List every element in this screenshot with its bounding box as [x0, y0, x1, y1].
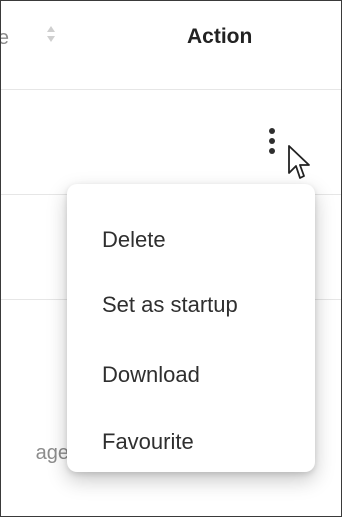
menu-item-set-as-startup[interactable]: Set as startup: [67, 279, 315, 331]
menu-item-download[interactable]: Download: [67, 349, 315, 401]
table-panel: e Action age Delete Set as startup Downl…: [0, 0, 342, 517]
mouse-pointer-icon: [288, 145, 310, 179]
table-header: e Action: [1, 1, 341, 90]
action-column-header: Action: [187, 25, 253, 48]
row-actions-menu: Delete Set as startup Download Favourite: [67, 184, 315, 472]
menu-item-label: Download: [102, 362, 200, 387]
menu-item-favourite[interactable]: Favourite: [67, 416, 315, 468]
kebab-vertical-icon[interactable]: [263, 125, 281, 159]
menu-item-delete[interactable]: Delete: [67, 214, 315, 266]
menu-item-label: Delete: [102, 227, 166, 252]
header-partial-label: e: [1, 27, 9, 50]
sort-icon[interactable]: [46, 24, 56, 44]
menu-item-label: Favourite: [102, 429, 194, 454]
menu-item-label: Set as startup: [102, 292, 238, 317]
partial-row-text: age: [35, 442, 69, 464]
